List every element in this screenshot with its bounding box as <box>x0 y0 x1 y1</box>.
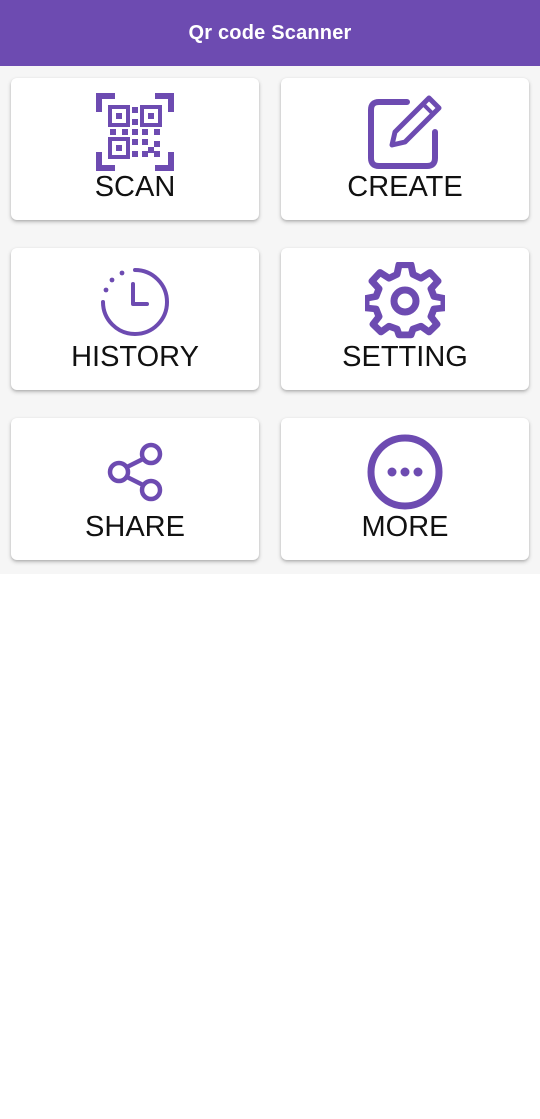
menu-grid: SCAN CREATE HISTORY SETTING SHARE MORE <box>0 66 540 574</box>
scan-label: SCAN <box>94 171 176 203</box>
gear-icon <box>365 262 445 342</box>
qr-code-icon <box>95 92 175 172</box>
share-card[interactable]: SHARE <box>11 418 259 560</box>
create-label: CREATE <box>347 171 463 203</box>
history-card[interactable]: HISTORY <box>11 248 259 390</box>
app-title: Qr code Scanner <box>188 21 352 44</box>
setting-label: SETTING <box>342 341 468 373</box>
more-label: MORE <box>361 511 449 543</box>
edit-icon <box>365 92 445 172</box>
app-bar: Qr code Scanner <box>0 0 540 66</box>
history-label: HISTORY <box>71 341 199 373</box>
setting-card[interactable]: SETTING <box>281 248 529 390</box>
scan-card[interactable]: SCAN <box>11 78 259 220</box>
more-icon <box>365 432 445 512</box>
history-icon <box>95 262 175 342</box>
create-card[interactable]: CREATE <box>281 78 529 220</box>
share-label: SHARE <box>85 511 185 543</box>
share-icon <box>95 432 175 512</box>
more-card[interactable]: MORE <box>281 418 529 560</box>
